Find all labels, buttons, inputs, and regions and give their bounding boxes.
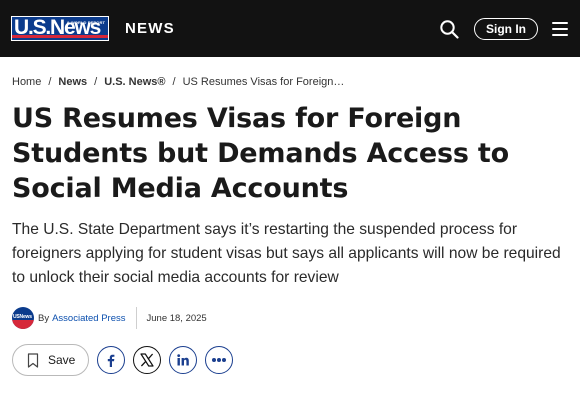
linkedin-icon (177, 354, 189, 366)
breadcrumb-separator: / (48, 76, 52, 88)
linkedin-share-button[interactable] (169, 346, 197, 374)
breadcrumb-home[interactable]: Home (12, 76, 41, 88)
article-actions: Save (12, 344, 580, 376)
section-label[interactable]: NEWS (125, 20, 175, 37)
save-label: Save (48, 353, 76, 367)
x-share-button[interactable] (133, 346, 161, 374)
more-icon (212, 358, 226, 362)
logo-subtext: & WORLD REPORT (66, 20, 105, 25)
breadcrumb-separator: / (172, 76, 176, 88)
site-header: U.S.News & WORLD REPORT NEWS Sign In (0, 0, 580, 57)
facebook-share-button[interactable] (97, 346, 125, 374)
sign-in-button[interactable]: Sign In (474, 17, 538, 40)
search-icon[interactable] (439, 19, 459, 39)
breadcrumb-separator: / (94, 76, 98, 88)
x-icon (140, 353, 154, 367)
article-dek: The U.S. State Department says it’s rest… (12, 221, 561, 286)
more-share-button[interactable] (205, 346, 233, 374)
usnews-logo[interactable]: U.S.News & WORLD REPORT (11, 16, 109, 41)
byline: USNews By Associated Press June 18, 2025 (12, 306, 580, 330)
breadcrumb-current: US Resumes Visas for Foreign… (182, 76, 345, 88)
save-button[interactable]: Save (12, 344, 89, 376)
avatar-text: USNews (13, 314, 32, 320)
byline-by: By (38, 312, 50, 324)
breadcrumb-news[interactable]: News (58, 76, 87, 88)
publish-date: June 18, 2025 (146, 312, 207, 324)
author-link[interactable]: Associated Press (52, 313, 125, 324)
breadcrumb: Home / News / U.S. News® / US Resumes Vi… (12, 75, 580, 89)
bookmark-icon (27, 352, 39, 368)
menu-icon[interactable] (552, 21, 568, 36)
author-avatar: USNews (12, 307, 34, 329)
facebook-icon (107, 354, 115, 367)
header-actions: Sign In (439, 17, 568, 40)
breadcrumb-us-news[interactable]: U.S. News® (104, 76, 165, 88)
logo-stripe (12, 35, 108, 38)
article-headline: US Resumes Visas for Foreign Students bu… (12, 103, 509, 204)
byline-divider (135, 307, 137, 329)
